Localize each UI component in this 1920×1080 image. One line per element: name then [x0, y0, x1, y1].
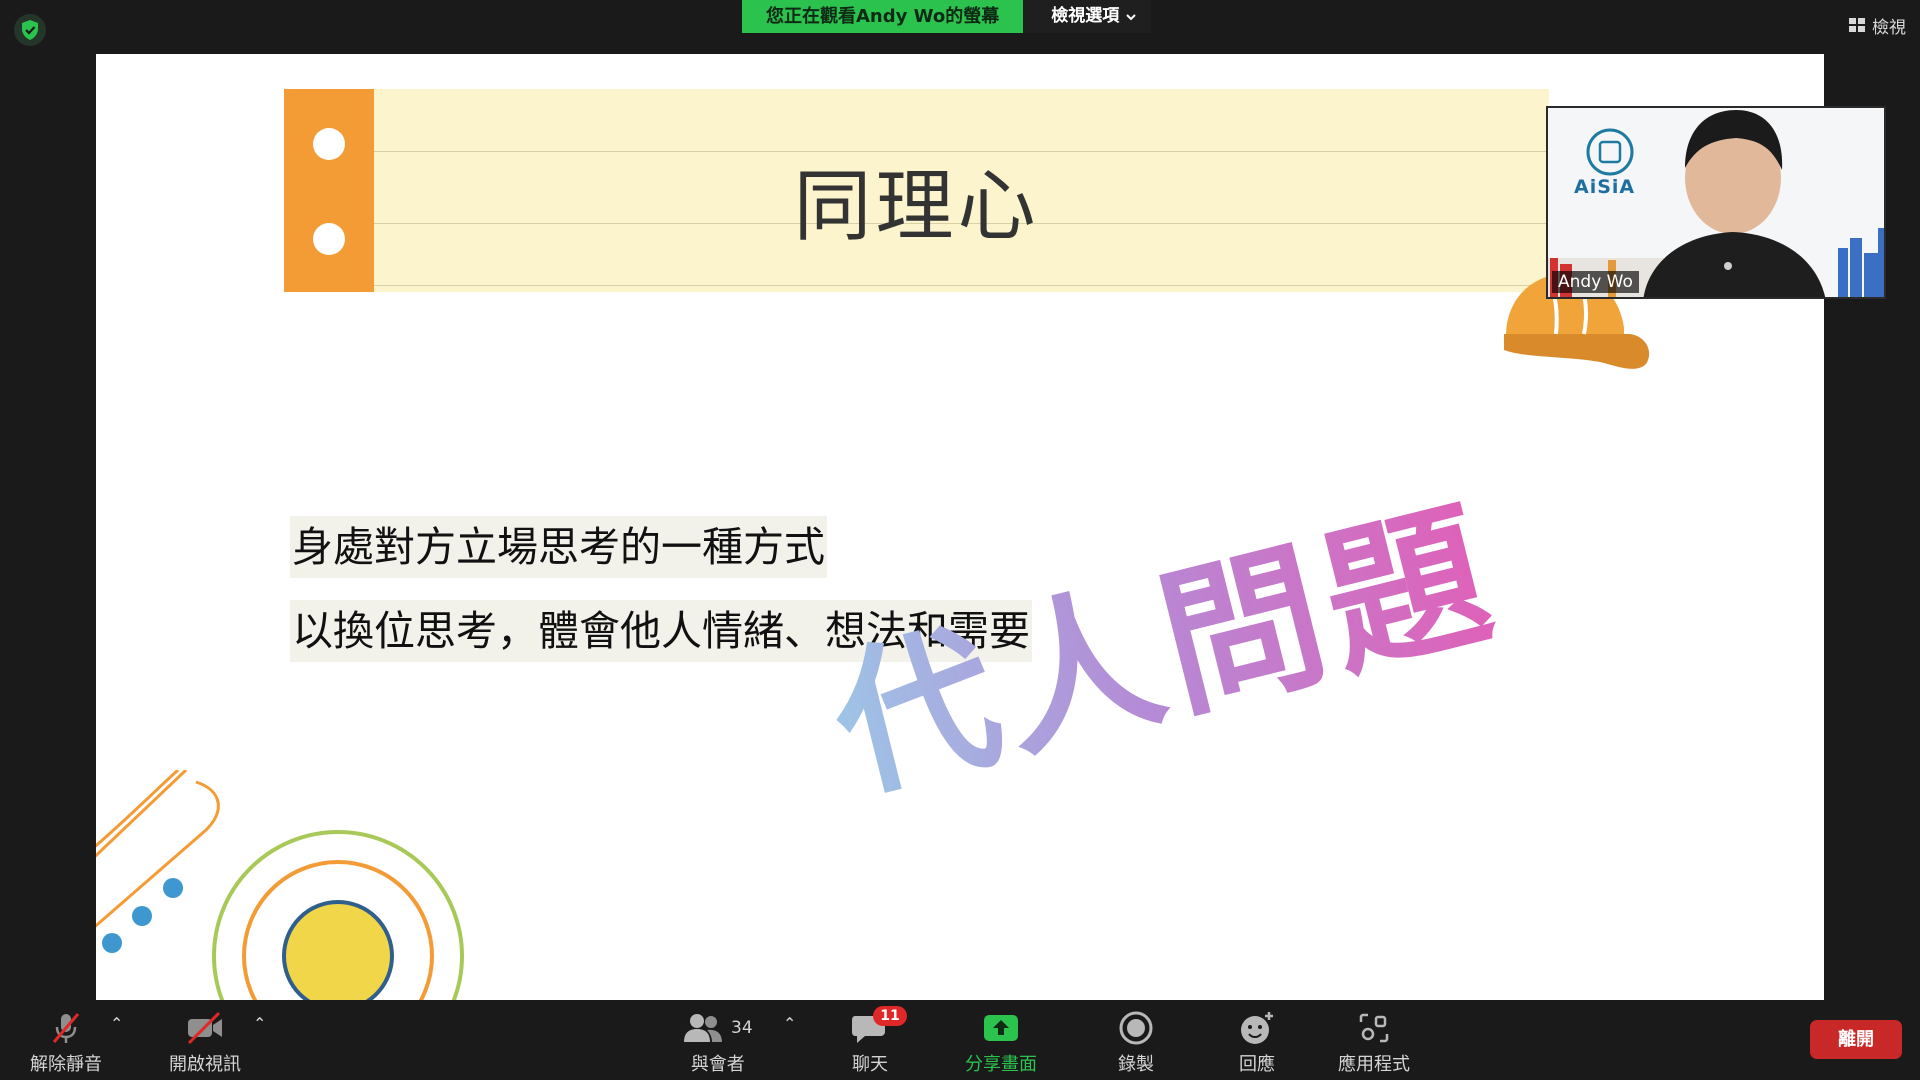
participant-name-tag: Andy Wo	[1552, 271, 1639, 293]
circles-decoration-illustration	[96, 770, 464, 1000]
security-shield-icon[interactable]	[14, 14, 46, 46]
participants-options-caret-icon[interactable]: ⌃	[783, 1014, 796, 1033]
view-options-button[interactable]: 檢視選項	[1023, 0, 1152, 33]
speaker-video-tile[interactable]: AiSiA Andy Wo	[1546, 106, 1886, 299]
slide-title: 同理心	[793, 162, 1040, 252]
start-video-button[interactable]: 開啟視訊	[169, 1008, 241, 1076]
view-label: 檢視	[1872, 17, 1906, 38]
unmute-button[interactable]: 解除靜音	[30, 1008, 102, 1076]
chevron-down-icon	[1126, 13, 1136, 20]
video-options-caret-icon[interactable]: ⌃	[253, 1014, 266, 1033]
apps-icon	[1359, 1013, 1389, 1043]
share-screen-button[interactable]: 分享畫面	[965, 1008, 1037, 1076]
leave-button[interactable]: 離開	[1810, 1020, 1902, 1059]
aisia-logo: AiSiA	[1574, 176, 1636, 198]
participants-label: 與會者	[690, 1054, 745, 1075]
microphone-muted-icon	[52, 1013, 80, 1043]
chat-label: 聊天	[852, 1054, 888, 1075]
zoom-window: 您正在觀看Andy Wo的螢幕 檢視選項 檢視 同理心 身處對方立場思考的一種方…	[0, 0, 1920, 1080]
share-screen-arrow-icon	[984, 1015, 1018, 1041]
screen-share-banner: 您正在觀看Andy Wo的螢幕 檢視選項	[742, 0, 1152, 33]
share-screen-label: 分享畫面	[965, 1054, 1037, 1075]
audio-options-caret-icon[interactable]: ⌃	[110, 1014, 123, 1033]
banner-rule	[374, 285, 1549, 286]
watermark-overlay: 代人問題	[808, 443, 1516, 831]
title-banner: 同理心	[284, 89, 1549, 292]
participants-button[interactable]: 34 與會者	[683, 1008, 753, 1076]
slide-line: 身處對方立場思考的一種方式	[290, 516, 827, 578]
apps-button[interactable]: 應用程式	[1338, 1008, 1410, 1076]
unmute-label: 解除靜音	[30, 1054, 102, 1075]
record-button[interactable]: 錄製	[1118, 1008, 1154, 1076]
apps-label: 應用程式	[1338, 1054, 1410, 1075]
start-video-label: 開啟視訊	[169, 1054, 241, 1075]
chat-button[interactable]: 11 聊天	[851, 1006, 907, 1076]
record-label: 錄製	[1118, 1054, 1154, 1075]
meeting-toolbar: 解除靜音 ⌃ 開啟視訊 ⌃ 34 與會者 ⌃ 11 聊天 分享畫面 錄製 回應 …	[0, 1000, 1920, 1080]
video-camera-off-icon	[187, 1011, 222, 1045]
reactions-button[interactable]: 回應	[1238, 1008, 1276, 1076]
viewing-screen-indicator: 您正在觀看Andy Wo的螢幕	[742, 0, 1024, 33]
smiley-add-icon	[1241, 1012, 1273, 1044]
participants-icon	[684, 1014, 722, 1042]
participants-count: 34	[731, 1018, 753, 1038]
reactions-label: 回應	[1239, 1054, 1275, 1075]
chat-unread-badge: 11	[873, 1006, 907, 1026]
record-icon	[1119, 1011, 1153, 1045]
view-options-label: 檢視選項	[1051, 6, 1120, 26]
view-button[interactable]: 檢視	[1848, 12, 1906, 38]
grid-view-icon	[1849, 18, 1865, 32]
